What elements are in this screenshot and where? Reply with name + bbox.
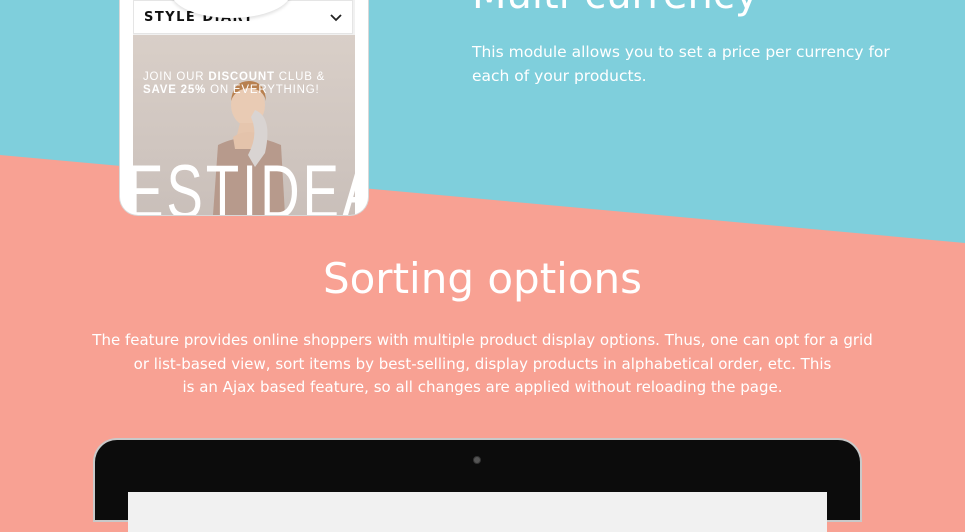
- phone-screen: JOIN OUR DISCOUNT CLUB & SAVE 25% ON EVE…: [133, 0, 355, 215]
- sorting-description: The feature provides online shoppers wit…: [80, 329, 885, 400]
- phone-mockup: JOIN OUR DISCOUNT CLUB & SAVE 25% ON EVE…: [120, 0, 368, 215]
- camera-icon: [473, 456, 481, 464]
- promo-line2-post: ON EVERYTHING!: [206, 84, 320, 96]
- promo-line1-post: CLUB &: [274, 71, 326, 83]
- laptop-screen: [128, 492, 827, 532]
- sorting-title: Sorting options: [322, 254, 643, 303]
- brand-wordmark: ESTIDEA: [133, 150, 355, 216]
- sorting-description-line: The feature provides online shoppers wit…: [92, 331, 873, 349]
- promo-discount: DISCOUNT: [208, 71, 275, 83]
- multicurrency-title: Multi-currency: [472, 0, 758, 18]
- multicurrency-description: This module allows you to set a price pe…: [472, 43, 890, 85]
- promo-line1-pre: JOIN OUR: [143, 71, 209, 83]
- promo-save: SAVE 25%: [143, 84, 207, 96]
- chevron-down-icon[interactable]: [330, 11, 342, 23]
- laptop-mockup: [95, 440, 860, 532]
- promo-banner: JOIN OUR DISCOUNT CLUB & SAVE 25% ON EVE…: [133, 35, 355, 215]
- promo-text: JOIN OUR DISCOUNT CLUB & SAVE 25% ON EVE…: [143, 71, 348, 97]
- sorting-description-line: or list-based view, sort items by best-s…: [133, 354, 832, 373]
- sorting-description-line: is an Ajax based feature, so all changes…: [182, 378, 783, 396]
